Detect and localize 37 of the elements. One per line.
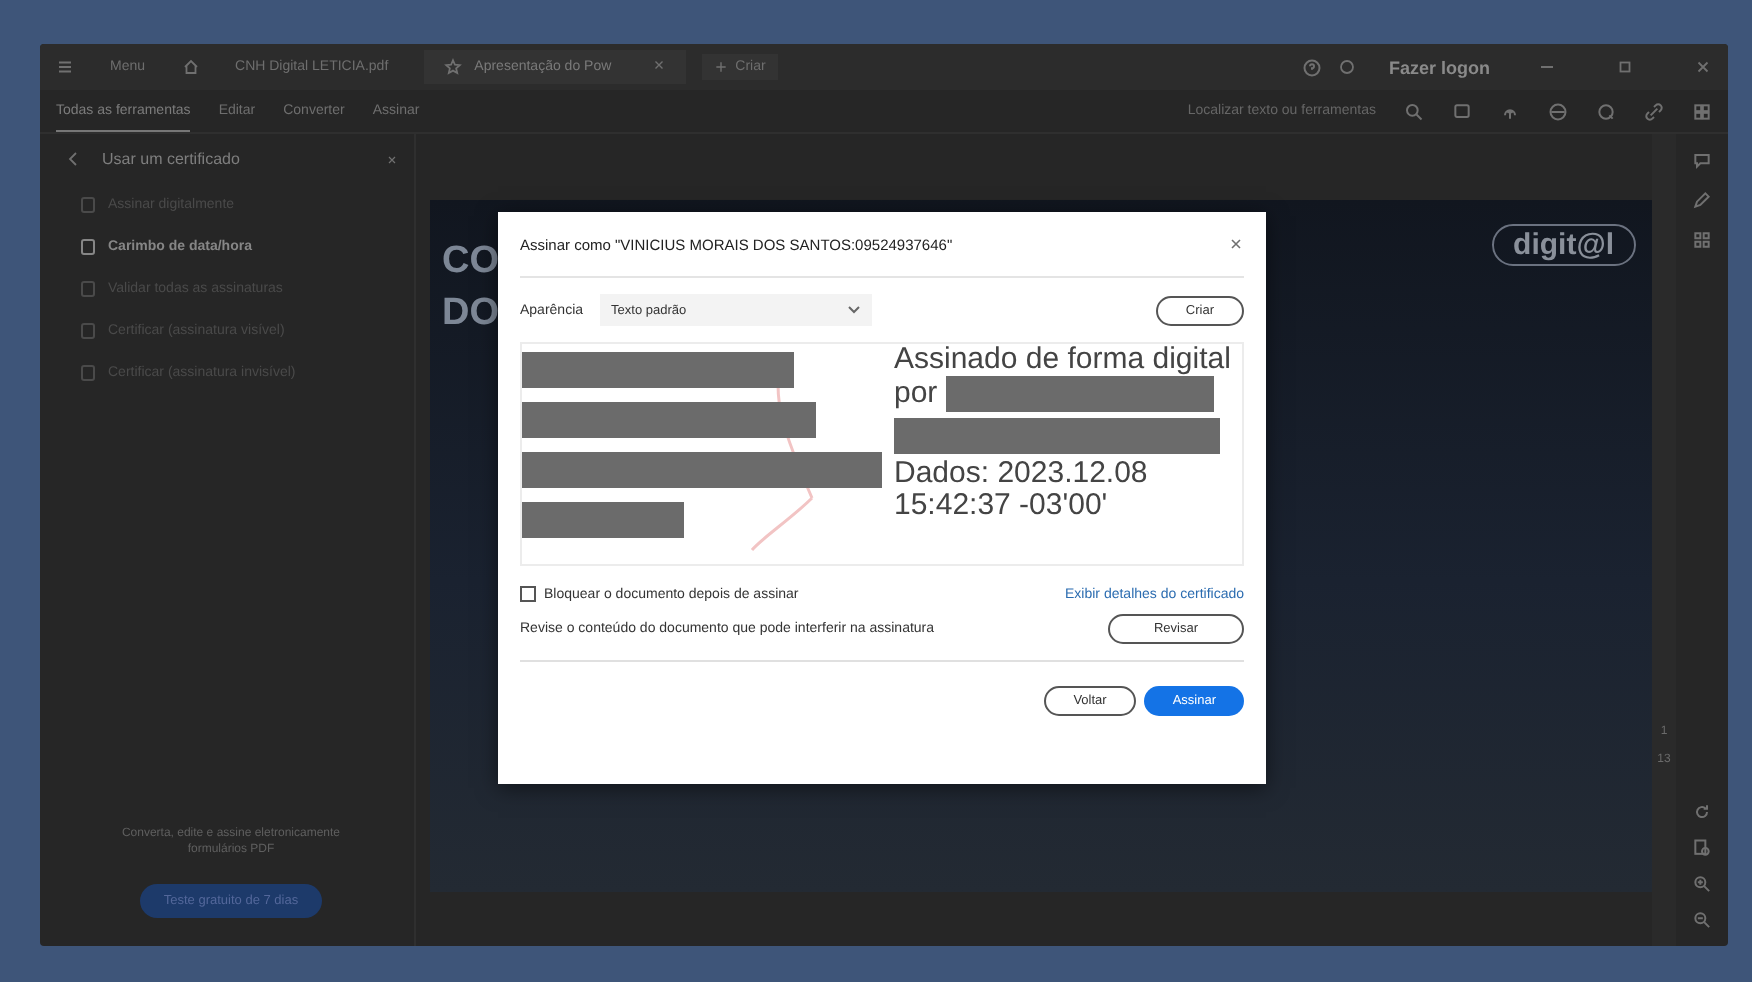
grid-icon[interactable] [1692,101,1712,121]
star-icon[interactable] [444,58,463,76]
link-icon[interactable] [1644,101,1664,121]
signature-text: por [894,377,938,410]
close-icon[interactable] [1694,58,1712,76]
back-icon[interactable] [64,150,82,168]
document-icon [80,280,96,298]
zoom-out-icon[interactable] [1692,910,1712,930]
close-icon[interactable] [386,153,398,165]
close-icon[interactable] [1228,236,1244,252]
company-logo: digit@l [1491,224,1636,266]
rotate-icon[interactable] [1692,802,1712,822]
menu-icon[interactable] [56,58,74,76]
close-icon[interactable] [651,58,666,72]
home-icon[interactable] [181,58,200,76]
edit-icon[interactable] [1692,190,1712,210]
zoom-in-icon[interactable] [1692,874,1712,894]
comment-icon[interactable] [1692,150,1712,170]
signature-date: Dados: 2023.12.08 [894,457,1150,489]
comment-icon[interactable] [1452,101,1472,121]
signature-time: 15:42:37 -03'00' [894,489,1110,521]
plus-icon[interactable] [713,60,728,74]
document-icon [80,364,96,382]
help-icon[interactable] [1302,57,1323,77]
panel-title: Usar um certificado [102,150,240,168]
maximize-icon[interactable] [1616,58,1634,76]
chevron-down-icon [847,306,860,314]
sign-in-button[interactable]: Fazer logon [1388,57,1490,77]
slide-title: CO [442,238,499,286]
search-icon[interactable] [1404,101,1424,121]
document-icon [80,196,96,214]
grid-icon[interactable] [1692,230,1712,250]
signature-text: Assinado de forma digital [894,344,1233,376]
slide-title: DO [442,289,499,338]
document-icon [80,322,96,340]
document-search-icon[interactable] [1692,838,1712,858]
document-icon [80,238,96,256]
